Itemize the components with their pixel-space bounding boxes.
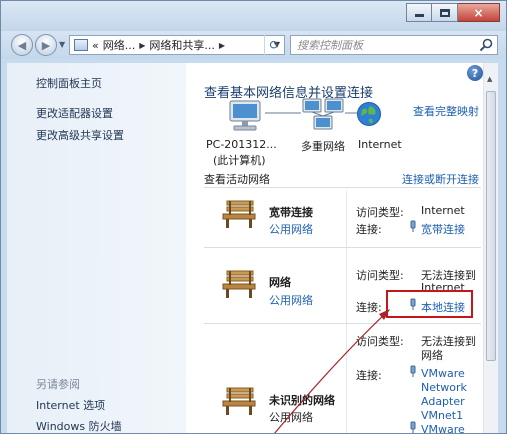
breadcrumb-network-sharing[interactable]: 网络和共享... bbox=[149, 37, 215, 53]
access-type-value: 网络 bbox=[421, 349, 443, 362]
highlight-box bbox=[386, 290, 473, 318]
scrollbar-thumb[interactable] bbox=[486, 91, 496, 361]
network-name: 宽带连接 bbox=[269, 206, 313, 219]
active-networks-heading: 查看活动网络 bbox=[204, 173, 270, 186]
connection-label: 连接: bbox=[356, 223, 382, 236]
vertical-scrollbar[interactable]: ▲ bbox=[483, 63, 498, 433]
search-input[interactable] bbox=[291, 36, 471, 54]
breadcrumb-separator-icon[interactable]: ▶ bbox=[139, 41, 145, 50]
bench-icon bbox=[222, 387, 256, 415]
forward-button[interactable]: ▶ bbox=[35, 34, 57, 56]
network-name: 网络 bbox=[269, 276, 291, 289]
close-button[interactable]: × bbox=[458, 3, 500, 22]
sidebar-link-change-advanced-sharing[interactable]: 更改高级共享设置 bbox=[36, 127, 124, 143]
connection-link-partial[interactable]: VMware bbox=[421, 423, 465, 433]
search-box[interactable] bbox=[290, 35, 498, 55]
window-frame-edge bbox=[498, 63, 506, 433]
scroll-up-icon[interactable]: ▲ bbox=[487, 75, 492, 83]
breadcrumb-network[interactable]: 网络... bbox=[103, 37, 136, 53]
multiple-networks-icon[interactable] bbox=[301, 97, 345, 133]
address-prefix[interactable]: « bbox=[92, 39, 99, 52]
address-bar[interactable]: « 网络... ▶ 网络和共享... ▶ ▼ bbox=[69, 35, 285, 55]
bench-icon bbox=[222, 200, 256, 228]
connection-status-icon bbox=[410, 220, 416, 232]
connect-or-disconnect-link[interactable]: 连接或断开连接 bbox=[402, 171, 479, 187]
connection-status-icon bbox=[410, 421, 416, 433]
maximize-button[interactable] bbox=[432, 3, 458, 22]
network-folder-icon bbox=[74, 39, 88, 51]
map-node-multiple-networks-label: 多重网络 bbox=[301, 140, 345, 153]
sidebar-link-control-panel-home[interactable]: 控制面板主页 bbox=[36, 75, 102, 91]
control-panel-window: × ◀ ▶ ▼ « 网络... ▶ 网络和共享... ▶ ▼ ⟳ 控制面板主页 … bbox=[0, 0, 507, 434]
back-button[interactable]: ◀ bbox=[11, 34, 33, 56]
connection-link-vmnet1[interactable]: Network bbox=[421, 381, 467, 394]
sidebar-link-windows-firewall[interactable]: Windows 防火墙 bbox=[36, 418, 122, 433]
breadcrumb-separator-icon[interactable]: ▶ bbox=[219, 41, 225, 50]
map-node-computer-sublabel: (此计算机) bbox=[213, 154, 266, 167]
access-type-value: Internet bbox=[421, 204, 465, 217]
title-bar: × bbox=[1, 1, 506, 31]
forward-arrow-icon: ▶ bbox=[41, 38, 51, 52]
sidebar: 控制面板主页 更改适配器设置 更改高级共享设置 另请参阅 Internet 选项… bbox=[7, 63, 186, 433]
connection-link-vmnet1[interactable]: VMnet1 bbox=[421, 409, 463, 422]
divider bbox=[204, 187, 481, 188]
access-type-label: 访问类型: bbox=[356, 206, 404, 219]
access-type-label: 访问类型: bbox=[356, 269, 404, 282]
search-icon[interactable] bbox=[479, 38, 493, 52]
connection-line-icon bbox=[265, 112, 301, 114]
connection-link-broadband[interactable]: 宽带连接 bbox=[421, 221, 465, 237]
bench-icon bbox=[222, 270, 256, 298]
divider bbox=[204, 247, 481, 248]
refresh-button[interactable]: ⟳ bbox=[264, 35, 284, 55]
help-icon[interactable]: ? bbox=[467, 65, 483, 81]
window-controls: × bbox=[406, 3, 500, 22]
refresh-icon: ⟳ bbox=[269, 38, 280, 52]
computer-icon[interactable] bbox=[227, 99, 265, 133]
maximize-icon bbox=[439, 8, 450, 17]
see-also-heading: 另请参阅 bbox=[36, 378, 80, 391]
minimize-icon bbox=[414, 14, 424, 17]
navigation-bar: ◀ ▶ ▼ « 网络... ▶ 网络和共享... ▶ ▼ ⟳ bbox=[1, 31, 506, 59]
map-node-internet-label: Internet bbox=[358, 138, 402, 151]
connection-link-vmnet1[interactable]: VMware bbox=[421, 367, 465, 380]
connection-status-icon bbox=[410, 365, 416, 377]
internet-globe-icon[interactable] bbox=[356, 101, 382, 127]
close-icon: × bbox=[473, 5, 484, 20]
connection-link-vmnet1[interactable]: Adapter bbox=[421, 395, 465, 408]
network-category-link[interactable]: 公用网络 bbox=[269, 221, 313, 237]
map-node-computer-label: PC-201312... bbox=[206, 138, 277, 151]
recent-pages-dropdown-icon[interactable]: ▼ bbox=[59, 40, 65, 49]
connection-line-icon bbox=[345, 112, 357, 114]
back-arrow-icon: ◀ bbox=[17, 38, 27, 52]
see-full-map-link[interactable]: 查看完整映射 bbox=[413, 103, 479, 119]
sidebar-link-internet-options[interactable]: Internet 选项 bbox=[36, 397, 105, 413]
minimize-button[interactable] bbox=[406, 3, 432, 22]
annotation-arrow bbox=[274, 309, 390, 433]
sidebar-link-change-adapter-settings[interactable]: 更改适配器设置 bbox=[36, 105, 113, 121]
